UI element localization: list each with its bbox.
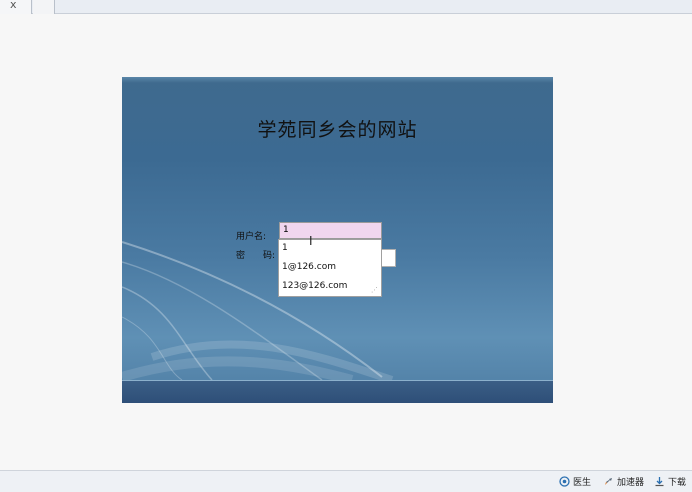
rocket-icon [605,478,612,485]
site-title: 学苑同乡会的网站 [257,119,418,141]
autocomplete-item[interactable]: 1@126.com [282,262,336,272]
accelerator-label: 加速器 [617,478,645,488]
resize-grip-icon: ⋰ [371,286,378,294]
password-label: 密 码: [236,251,276,261]
panel-footer-bar [122,380,553,403]
username-field[interactable]: 1 [279,222,382,239]
doctor-button[interactable]: 医生 [559,475,591,488]
close-tab-icon[interactable]: x [10,0,17,12]
browser-tab[interactable]: x [0,0,32,14]
text-cursor-icon: I [309,234,313,248]
accelerator-button[interactable]: 加速器 [603,475,644,488]
new-tab-button[interactable] [33,0,55,14]
browser-tab-strip: x [0,0,692,14]
download-button[interactable]: 下载 [654,475,686,488]
download-icon [655,477,664,487]
doctor-label: 医生 [573,478,592,488]
doctor-icon [559,476,570,487]
download-label: 下载 [668,478,687,488]
login-panel: 学苑同乡会的网站 用户名: 密 码: 1 1 1@126.com 123@126… [122,77,553,403]
autocomplete-dropdown[interactable]: 1 1@126.com 123@126.com ⋰ [278,239,382,297]
username-label: 用户名: [236,232,267,242]
autocomplete-item[interactable]: 123@126.com [282,281,347,291]
browser-status-bar: 医生 加速器 下载 [0,470,692,492]
autocomplete-item[interactable]: 1 [282,243,288,253]
